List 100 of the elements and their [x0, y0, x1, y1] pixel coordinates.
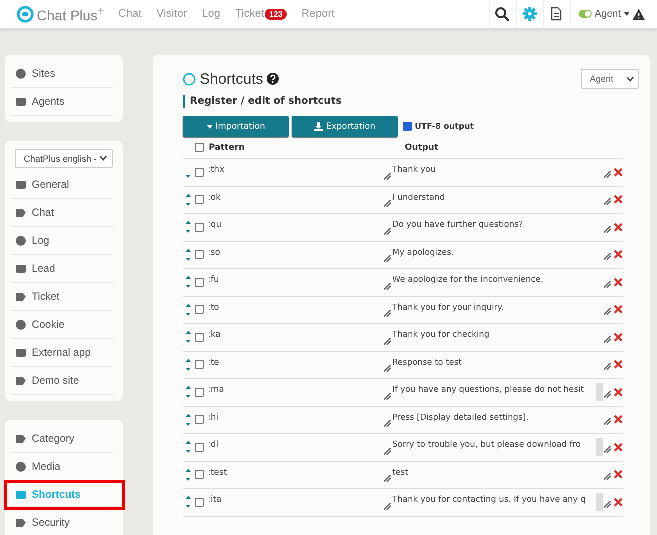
resize-handle-icon[interactable] [604, 446, 612, 453]
delete-icon[interactable] [614, 470, 623, 480]
resize-handle-icon[interactable] [384, 420, 391, 428]
resize-handle-icon[interactable] [384, 448, 391, 455]
resize-handle-icon[interactable] [604, 308, 612, 316]
row-checkbox[interactable] [194, 388, 204, 397]
delete-icon[interactable] [614, 360, 623, 370]
delete-icon[interactable] [614, 278, 623, 287]
sort-arrows-icon[interactable] [186, 248, 191, 261]
row-checkbox[interactable] [194, 498, 204, 507]
delete-icon[interactable] [614, 388, 623, 397]
sidebar-item[interactable]: Demo site [11, 367, 113, 395]
scope-select[interactable]: Agent [581, 69, 639, 89]
checkbox[interactable] [403, 122, 412, 131]
resize-handle-icon[interactable] [604, 418, 612, 426]
resize-handle-icon[interactable] [384, 282, 391, 290]
resize-handle-icon[interactable] [604, 363, 612, 370]
resize-handle-icon[interactable] [384, 172, 391, 180]
row-checkbox[interactable] [194, 442, 204, 452]
sort-arrows-icon[interactable] [186, 358, 191, 371]
row-checkbox[interactable] [194, 168, 204, 177]
sort-arrows-icon[interactable] [186, 414, 191, 426]
sidebar-item[interactable]: Sites [11, 60, 113, 88]
sort-arrows-icon[interactable] [186, 276, 191, 288]
agent-menu[interactable]: Agent [594, 8, 621, 20]
resize-handle-icon[interactable] [604, 226, 612, 233]
warning-icon[interactable] [633, 8, 645, 20]
sort-arrows-icon[interactable] [186, 221, 191, 234]
resize-handle-icon[interactable] [384, 365, 391, 372]
sidebar-item[interactable]: Log [11, 227, 113, 255]
resize-handle-icon[interactable] [604, 170, 612, 178]
sidebar-item[interactable]: External app [11, 339, 113, 367]
delete-icon[interactable] [614, 498, 623, 507]
delete-icon[interactable] [614, 332, 623, 342]
help-icon[interactable] [267, 73, 280, 85]
row-checkbox[interactable] [194, 250, 204, 260]
sidebar-item[interactable]: General [11, 171, 113, 199]
sort-arrows-icon[interactable] [186, 441, 191, 454]
resize-handle-icon[interactable] [384, 310, 391, 318]
resize-handle-icon[interactable] [384, 255, 391, 262]
resize-handle-icon[interactable] [604, 253, 612, 260]
resize-handle-icon[interactable] [384, 502, 391, 510]
output-text: Thank you [392, 164, 437, 174]
download-icon [314, 122, 324, 131]
sidebar-item[interactable]: Ticket [11, 283, 113, 311]
output-text: If you have any questions, please do not hesit [392, 384, 586, 394]
sidebar-item[interactable]: Lead [11, 255, 113, 283]
row-checkbox[interactable] [194, 222, 204, 232]
sidebar-item[interactable]: Cookie [11, 311, 113, 339]
document-icon[interactable] [551, 7, 562, 21]
row-checkbox[interactable] [194, 332, 204, 342]
action-button[interactable]: Exportation [292, 116, 398, 137]
site-select[interactable]: ChatPlus english - [15, 149, 113, 168]
page-title: Shortcuts [200, 70, 264, 88]
sort-arrows-icon[interactable] [186, 386, 191, 398]
row-checkbox[interactable] [194, 305, 204, 314]
sidebar-item[interactable]: Category [11, 425, 113, 453]
sidebar-item[interactable]: Media [11, 453, 113, 481]
search-icon[interactable] [495, 6, 510, 22]
section-heading: Register / edit of shortcuts [183, 95, 639, 108]
resize-handle-icon[interactable] [384, 392, 391, 400]
nav-link[interactable]: Ticket 123 [236, 8, 287, 20]
sidebar-item[interactable]: Agents [11, 88, 113, 116]
output-text: Response to test [392, 356, 463, 366]
resize-handle-icon[interactable] [604, 390, 612, 398]
delete-icon[interactable] [614, 222, 623, 232]
delete-icon[interactable] [614, 305, 623, 314]
resize-handle-icon[interactable] [384, 475, 391, 482]
row-checkbox[interactable] [194, 415, 204, 424]
delete-icon[interactable] [614, 442, 623, 452]
row-checkbox[interactable] [194, 470, 204, 480]
settings-icon[interactable] [522, 7, 537, 21]
sort-arrows-icon[interactable] [186, 331, 191, 344]
resize-handle-icon[interactable] [384, 228, 391, 235]
delete-icon[interactable] [614, 415, 623, 424]
sort-arrows-icon[interactable] [186, 194, 191, 206]
sidebar-item[interactable]: Chat [11, 199, 113, 227]
status-toggle[interactable] [578, 10, 592, 18]
row-checkbox[interactable] [194, 278, 204, 287]
resize-handle-icon[interactable] [604, 336, 612, 343]
resize-handle-icon[interactable] [604, 198, 612, 206]
sort-arrows-icon[interactable] [186, 468, 191, 481]
delete-icon[interactable] [614, 168, 623, 177]
resize-handle-icon[interactable] [604, 500, 612, 508]
count-badge: 123 [265, 8, 287, 20]
pattern-text: :qu [208, 220, 223, 230]
row-checkbox[interactable] [194, 360, 204, 370]
resize-handle-icon[interactable] [384, 200, 391, 208]
resize-handle-icon[interactable] [604, 280, 612, 288]
resize-handle-icon[interactable] [384, 338, 391, 345]
sort-arrows-icon[interactable] [186, 304, 191, 316]
action-button[interactable]: Importation [183, 116, 289, 137]
select-all-checkbox[interactable] [195, 143, 204, 152]
pattern-text: :fu [208, 275, 220, 285]
sort-arrows-icon[interactable] [186, 496, 191, 508]
resize-handle-icon[interactable] [604, 473, 612, 480]
delete-icon[interactable] [614, 250, 623, 260]
sidebar-item[interactable]: Security [11, 509, 113, 535]
row-checkbox[interactable] [194, 195, 204, 204]
delete-icon[interactable] [614, 195, 623, 204]
